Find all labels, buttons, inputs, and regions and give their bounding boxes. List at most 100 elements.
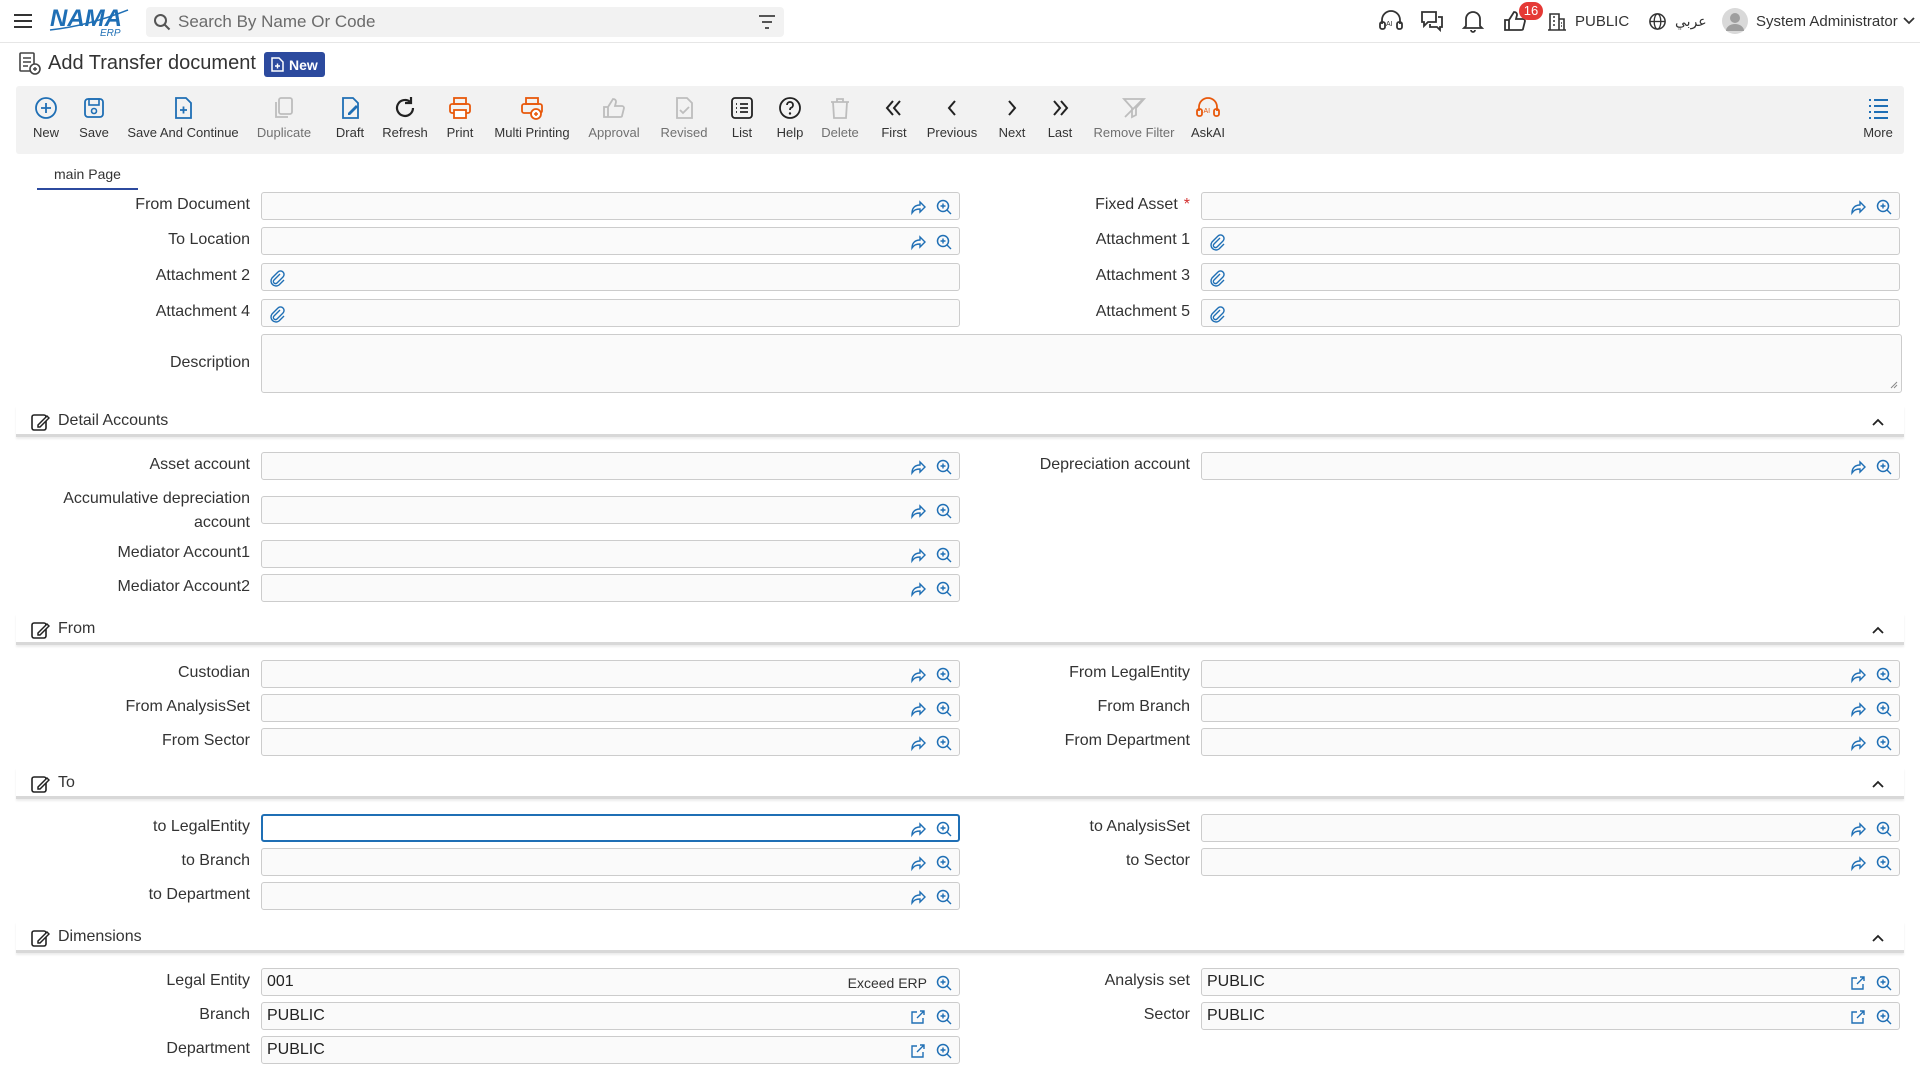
chevron-up-icon[interactable] (1870, 622, 1886, 638)
multi-printing-button[interactable]: Multi Printing (492, 86, 572, 154)
open-link-icon[interactable] (1849, 854, 1867, 872)
company-selector[interactable]: PUBLIC (1547, 8, 1629, 34)
resize-handle-icon[interactable] (1890, 381, 1898, 389)
open-link-icon[interactable] (909, 458, 927, 476)
open-link-icon[interactable] (909, 580, 927, 598)
ai-support-icon[interactable]: AI (1378, 8, 1404, 34)
open-link-icon[interactable] (909, 198, 927, 216)
accumulative-depreciation-field[interactable] (261, 496, 960, 524)
lookup-search-icon[interactable] (935, 1042, 953, 1060)
paperclip-icon[interactable] (268, 269, 286, 287)
bell-icon[interactable] (1461, 8, 1485, 34)
remove-filter-button[interactable]: Remove Filter (1094, 86, 1174, 154)
previous-button[interactable]: Previous (924, 86, 980, 154)
open-link-icon[interactable] (909, 233, 927, 251)
save-button[interactable]: Save (74, 86, 114, 154)
attachment1-field[interactable] (1201, 227, 1900, 255)
open-link-icon[interactable] (909, 888, 927, 906)
from-sector-field[interactable] (261, 728, 960, 756)
external-link-icon[interactable] (1849, 974, 1867, 992)
next-button[interactable]: Next (992, 86, 1032, 154)
section-header-dimensions[interactable]: Dimensions (16, 922, 1904, 953)
from-department-field[interactable] (1201, 728, 1900, 756)
open-link-icon[interactable] (909, 546, 927, 564)
new-button[interactable]: New (26, 86, 66, 154)
from-analysis-set-field[interactable] (261, 694, 960, 722)
filter-icon[interactable] (758, 14, 776, 30)
lookup-search-icon[interactable] (1875, 854, 1893, 872)
lookup-search-icon[interactable] (1875, 734, 1893, 752)
open-link-icon[interactable] (909, 666, 927, 684)
open-link-icon[interactable] (909, 820, 927, 838)
to-legal-entity-field[interactable] (261, 814, 960, 842)
attachment3-field[interactable] (1201, 263, 1900, 291)
section-header-to[interactable]: To (16, 768, 1904, 799)
paperclip-icon[interactable] (1208, 233, 1226, 251)
to-department-field[interactable] (261, 882, 960, 910)
attachment4-field[interactable] (261, 299, 960, 327)
askai-button[interactable]: AI AskAI (1186, 86, 1230, 154)
external-link-icon[interactable] (909, 1008, 927, 1026)
language-switch[interactable]: عربي (1648, 8, 1707, 34)
depreciation-account-field[interactable] (1201, 452, 1900, 480)
department-field[interactable]: PUBLIC (261, 1036, 960, 1064)
paperclip-icon[interactable] (1208, 269, 1226, 287)
branch-field[interactable]: PUBLIC (261, 1002, 960, 1030)
open-link-icon[interactable] (909, 734, 927, 752)
from-branch-field[interactable] (1201, 694, 1900, 722)
open-link-icon[interactable] (1849, 820, 1867, 838)
draft-button[interactable]: Draft (328, 86, 372, 154)
external-link-icon[interactable] (1849, 1008, 1867, 1026)
to-location-field[interactable] (261, 227, 960, 255)
fixed-asset-field[interactable] (1201, 192, 1900, 220)
duplicate-button[interactable]: Duplicate (252, 86, 316, 154)
lookup-search-icon[interactable] (935, 546, 953, 564)
lookup-search-icon[interactable] (1875, 974, 1893, 992)
from-document-field[interactable] (261, 192, 960, 220)
revised-button[interactable]: Revised (656, 86, 712, 154)
more-button[interactable]: More (1858, 86, 1898, 154)
list-button[interactable]: List (722, 86, 762, 154)
from-legal-entity-field[interactable] (1201, 660, 1900, 688)
chat-icon[interactable] (1419, 8, 1445, 34)
open-link-icon[interactable] (1849, 734, 1867, 752)
mediator-account1-field[interactable] (261, 540, 960, 568)
to-branch-field[interactable] (261, 848, 960, 876)
mediator-account2-field[interactable] (261, 574, 960, 602)
analysis-set-field[interactable]: PUBLIC (1201, 968, 1900, 996)
chevron-up-icon[interactable] (1870, 776, 1886, 792)
open-link-icon[interactable] (1849, 458, 1867, 476)
section-header-from[interactable]: From (16, 614, 1904, 645)
chevron-up-icon[interactable] (1870, 930, 1886, 946)
lookup-search-icon[interactable] (1875, 820, 1893, 838)
user-menu[interactable]: System Administrator (1722, 8, 1916, 34)
print-button[interactable]: Print (440, 86, 480, 154)
paperclip-icon[interactable] (268, 305, 286, 323)
chevron-up-icon[interactable] (1870, 414, 1886, 430)
section-header-detail-accounts[interactable]: Detail Accounts (16, 406, 1904, 437)
external-link-icon[interactable] (909, 1042, 927, 1060)
search-input[interactable] (178, 7, 738, 37)
legal-entity-field[interactable]: 001 Exceed ERP (261, 968, 960, 996)
first-button[interactable]: First (874, 86, 914, 154)
hamburger-menu-icon[interactable] (12, 10, 34, 32)
open-link-icon[interactable] (909, 854, 927, 872)
lookup-search-icon[interactable] (1875, 1008, 1893, 1026)
refresh-button[interactable]: Refresh (380, 86, 430, 154)
help-button[interactable]: Help (770, 86, 810, 154)
delete-button[interactable]: Delete (818, 86, 862, 154)
last-button[interactable]: Last (1040, 86, 1080, 154)
open-link-icon[interactable] (1849, 700, 1867, 718)
paperclip-icon[interactable] (1208, 305, 1226, 323)
lookup-search-icon[interactable] (1875, 458, 1893, 476)
asset-account-field[interactable] (261, 452, 960, 480)
lookup-search-icon[interactable] (1875, 198, 1893, 216)
open-link-icon[interactable] (909, 700, 927, 718)
description-textarea[interactable] (261, 334, 1902, 393)
open-link-icon[interactable] (1849, 666, 1867, 684)
lookup-search-icon[interactable] (935, 502, 953, 520)
open-link-icon[interactable] (909, 502, 927, 520)
tab-main-page[interactable]: main Page (37, 162, 138, 190)
open-link-icon[interactable] (1849, 198, 1867, 216)
attachment2-field[interactable] (261, 263, 960, 291)
